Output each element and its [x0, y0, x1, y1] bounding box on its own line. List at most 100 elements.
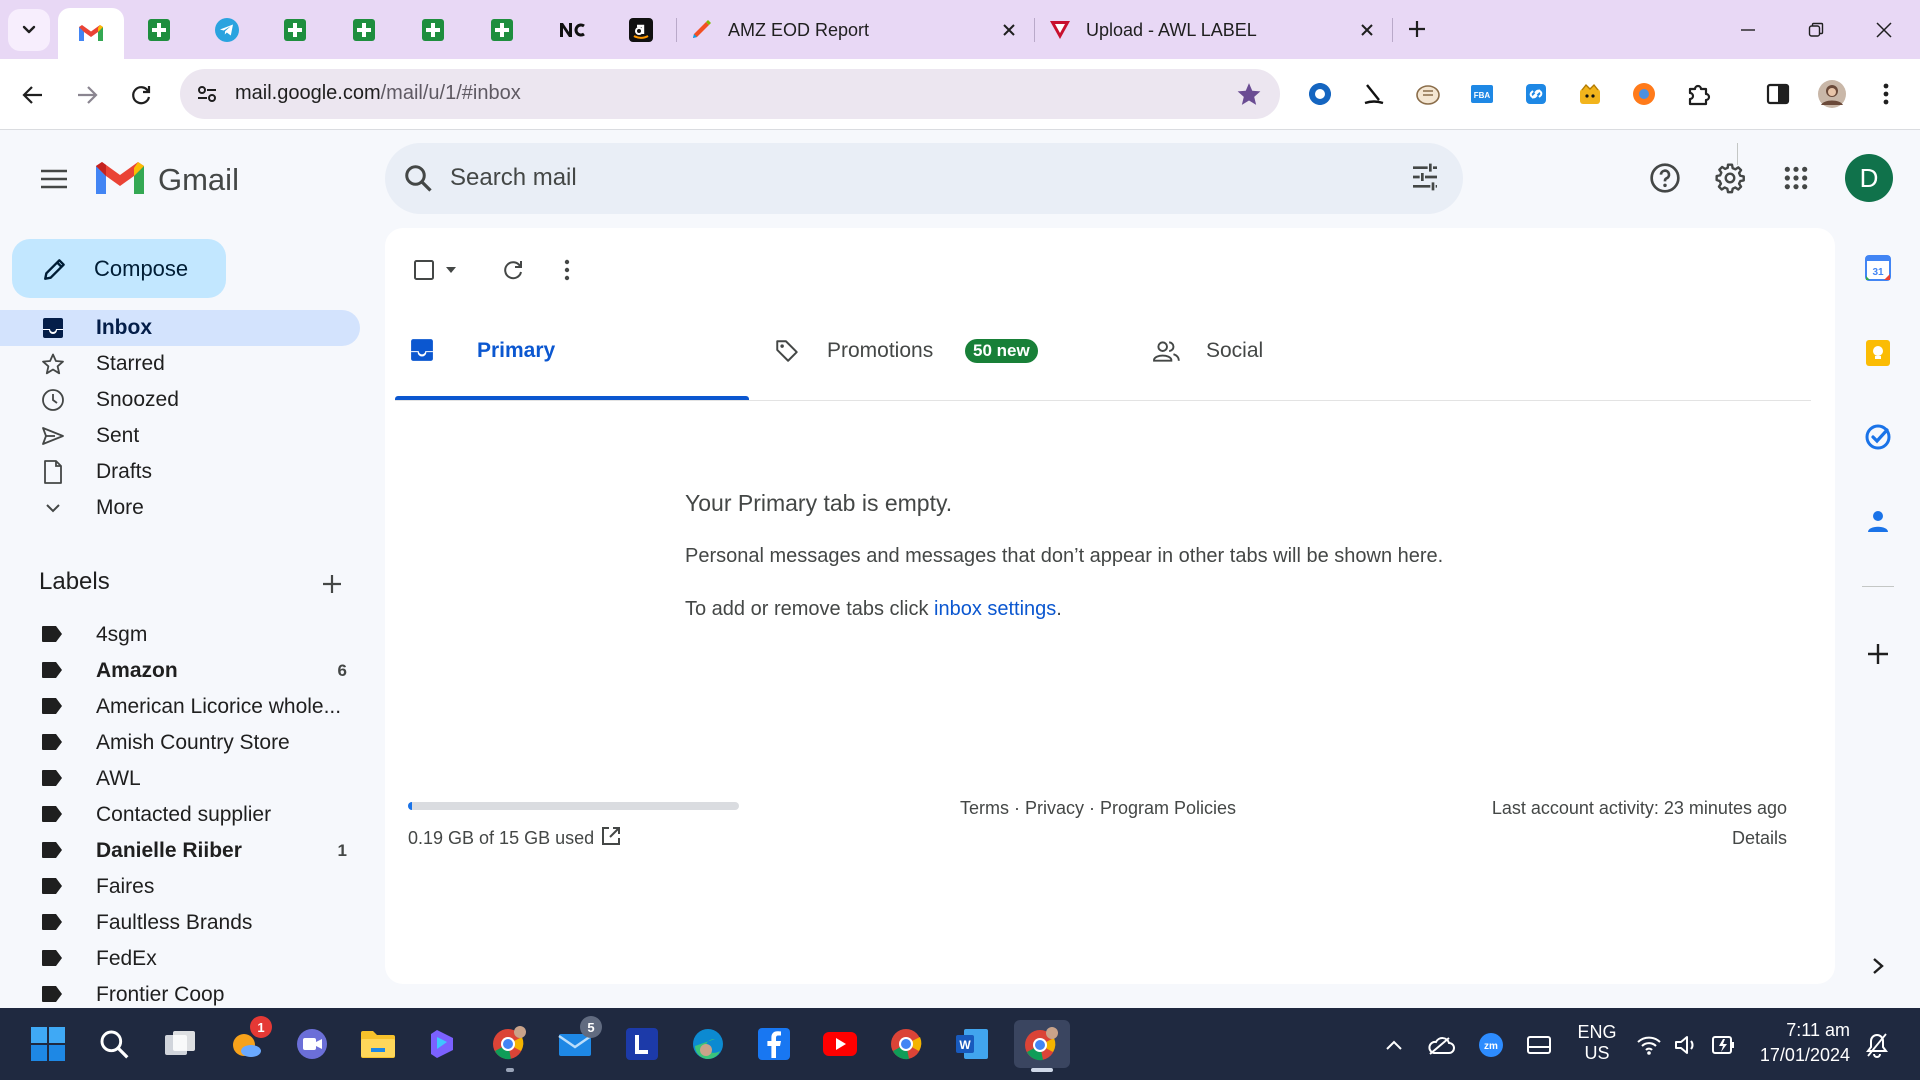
extension-1[interactable] — [1304, 78, 1336, 110]
clock[interactable]: 7:11 am 17/01/2024 — [1746, 1020, 1850, 1066]
task-view-button[interactable] — [156, 1020, 204, 1068]
browser-menu-button[interactable] — [1870, 78, 1902, 110]
close-tab-button[interactable] — [998, 19, 1020, 41]
label-item[interactable]: Faultless Brands — [0, 904, 360, 940]
nav-drafts[interactable]: Drafts — [0, 454, 360, 490]
notifications-button[interactable] — [1862, 1030, 1892, 1060]
label-item[interactable]: Faires — [0, 868, 360, 904]
taskbar-edge[interactable] — [684, 1020, 732, 1068]
input-language[interactable]: ENG US — [1574, 1022, 1620, 1064]
search-button[interactable] — [403, 163, 433, 193]
taskbar-l-app[interactable] — [618, 1020, 666, 1068]
pinned-tab-amazon[interactable] — [608, 10, 674, 50]
label-item[interactable]: Contacted supplier — [0, 796, 360, 832]
tray-onedrive[interactable] — [1426, 1030, 1456, 1060]
browser-profile-avatar[interactable] — [1816, 78, 1848, 110]
tab-social[interactable]: Social — [1153, 306, 1507, 400]
extension-7[interactable] — [1628, 78, 1660, 110]
tab-amz-eod-report[interactable]: AMZ EOD Report — [690, 10, 1020, 50]
search-options-button[interactable] — [1409, 161, 1441, 193]
label-item[interactable]: Amish Country Store — [0, 724, 360, 760]
taskbar-chrome-profile-2[interactable] — [882, 1020, 930, 1068]
taskbar-outlook-weather[interactable]: 1 — [222, 1016, 272, 1068]
support-button[interactable] — [1641, 154, 1689, 202]
show-side-panel-button[interactable] — [1862, 950, 1894, 982]
taskbar-search-button[interactable] — [90, 1020, 138, 1068]
settings-button[interactable] — [1706, 154, 1754, 202]
extension-3[interactable] — [1412, 78, 1444, 110]
account-avatar[interactable]: D — [1845, 154, 1893, 202]
google-apps-button[interactable] — [1772, 154, 1820, 202]
side-app-keep[interactable] — [1862, 337, 1894, 369]
taskbar-chrome-active[interactable] — [1014, 1020, 1070, 1072]
select-all-checkbox[interactable] — [407, 250, 463, 290]
footer-policy-links[interactable]: Terms · Privacy · Program Policies — [960, 798, 1236, 819]
tab-upload-awl-label[interactable]: Upload - AWL LABEL — [1048, 10, 1378, 50]
gmail-logo[interactable]: Gmail — [96, 160, 266, 200]
search-input[interactable] — [450, 155, 1350, 201]
reload-button[interactable] — [121, 75, 161, 115]
extensions-menu-button[interactable] — [1682, 78, 1714, 110]
nav-more[interactable]: More — [0, 490, 360, 526]
more-actions-button[interactable] — [547, 250, 587, 290]
taskbar-mail[interactable]: 5 — [552, 1016, 602, 1068]
side-app-tasks[interactable] — [1862, 421, 1894, 453]
extension-5[interactable] — [1520, 78, 1552, 110]
nav-snoozed[interactable]: Snoozed — [0, 382, 360, 418]
close-window-button[interactable] — [1850, 0, 1918, 59]
nav-starred[interactable]: Starred — [0, 346, 360, 382]
taskbar-file-explorer[interactable] — [354, 1020, 402, 1068]
pinned-tab-gmail[interactable] — [58, 8, 124, 59]
forward-button[interactable] — [67, 75, 107, 115]
label-item[interactable]: AWL — [0, 760, 360, 796]
address-bar[interactable]: mail.google.com/mail/u/1/#inbox — [180, 69, 1280, 119]
tray-volume[interactable] — [1671, 1030, 1701, 1060]
nav-sent[interactable]: Sent — [0, 418, 360, 454]
extension-6[interactable] — [1574, 78, 1606, 110]
pinned-tab-nc[interactable] — [539, 10, 605, 50]
main-menu-button[interactable] — [30, 155, 78, 203]
label-item[interactable]: FedEx — [0, 940, 360, 976]
taskbar-word[interactable]: W — [948, 1020, 996, 1068]
new-tab-button[interactable] — [1400, 12, 1434, 46]
refresh-button[interactable] — [493, 250, 533, 290]
close-tab-button[interactable] — [1356, 19, 1378, 41]
back-button[interactable] — [13, 75, 53, 115]
get-addons-button[interactable] — [1862, 638, 1894, 670]
extension-2[interactable] — [1358, 78, 1390, 110]
pinned-tab-sheets-5[interactable] — [469, 10, 535, 50]
label-item[interactable]: Frontier Coop — [0, 976, 360, 1012]
taskbar-teams[interactable] — [288, 1020, 336, 1068]
restore-window-button[interactable] — [1782, 0, 1850, 59]
manage-storage-button[interactable] — [600, 825, 622, 847]
taskbar-facebook[interactable] — [750, 1020, 798, 1068]
minimize-window-button[interactable] — [1714, 0, 1782, 59]
create-label-button[interactable] — [316, 568, 348, 600]
side-app-contacts[interactable] — [1862, 505, 1894, 537]
site-info-button[interactable] — [194, 81, 220, 107]
pinned-tab-sheets-3[interactable] — [331, 10, 397, 50]
compose-button[interactable]: Compose — [12, 239, 226, 298]
tray-battery[interactable] — [1708, 1030, 1738, 1060]
taskbar-chrome-profile-1[interactable] — [486, 1020, 534, 1072]
tray-network[interactable] — [1634, 1030, 1664, 1060]
side-panel-button[interactable] — [1762, 78, 1794, 110]
extension-fba[interactable]: FBA — [1466, 78, 1498, 110]
bookmark-star-button[interactable] — [1236, 81, 1262, 107]
pinned-tab-sheets-2[interactable] — [262, 10, 328, 50]
label-item[interactable]: Amazon 6 — [0, 652, 360, 688]
label-item[interactable]: American Licorice whole... — [0, 688, 360, 724]
show-hidden-icons-button[interactable] — [1379, 1030, 1409, 1060]
nav-inbox[interactable]: Inbox — [0, 310, 360, 346]
pinned-tab-sheets-4[interactable] — [400, 10, 466, 50]
inbox-settings-link[interactable]: inbox settings — [934, 598, 1056, 620]
taskbar-copilot[interactable] — [420, 1020, 468, 1068]
tray-display[interactable] — [1524, 1030, 1554, 1060]
side-app-calendar[interactable]: 31 — [1862, 252, 1894, 284]
tab-promotions[interactable]: Promotions 50 new — [774, 306, 1128, 400]
pinned-tab-telegram[interactable] — [194, 10, 260, 50]
tray-zoom[interactable]: zm — [1476, 1030, 1506, 1060]
activity-details-link[interactable]: Details — [1492, 828, 1787, 849]
taskbar-youtube[interactable] — [816, 1020, 864, 1068]
label-item[interactable]: Danielle Riiber 1 — [0, 832, 360, 868]
